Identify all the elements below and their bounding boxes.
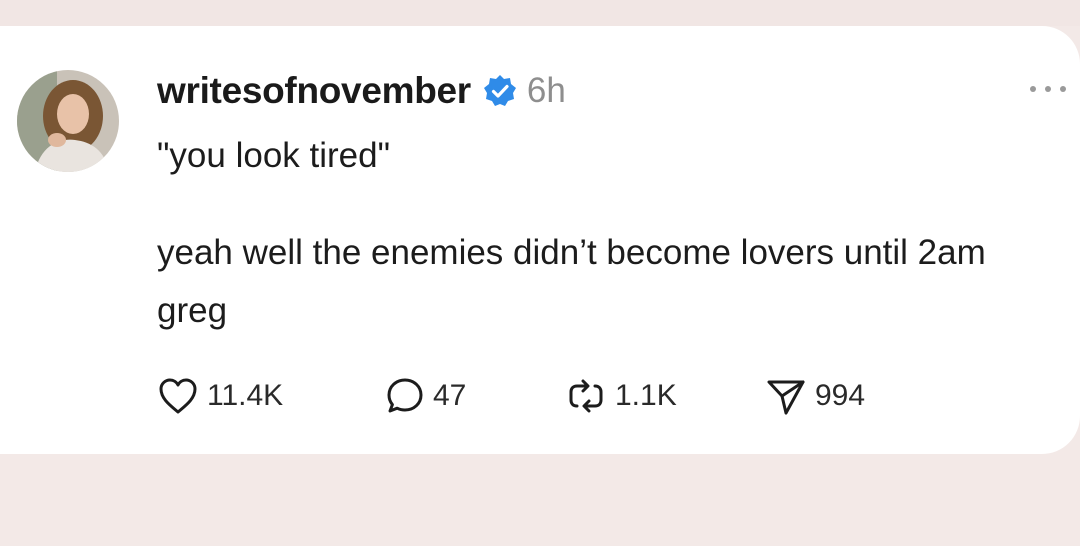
heart-icon [157,376,199,416]
post-text-first-line: "you look tired" [157,136,391,175]
post-body-text: yeah well the enemies didn’t become love… [157,233,986,330]
like-count: 11.4K [207,379,284,412]
avatar[interactable] [17,70,119,172]
top-background-band [0,0,1080,26]
repost-button[interactable]: 1.1K [565,374,677,418]
comment-count: 47 [433,379,467,412]
paper-plane-icon [765,376,807,416]
more-dots-icon[interactable] [1028,82,1068,96]
repost-count: 1.1K [615,379,677,412]
comment-button[interactable]: 47 [385,374,466,418]
speech-bubble-icon [385,376,425,416]
repost-arrows-icon [565,376,607,416]
verified-badge-icon [483,74,517,108]
post-timestamp: 6h [526,71,566,110]
share-button[interactable]: 994 [765,374,865,418]
post-header: writesofnovember 6h [157,68,566,114]
share-count: 994 [815,379,866,412]
like-button[interactable]: 11.4K [157,374,283,418]
username[interactable]: writesofnovember [157,70,471,112]
